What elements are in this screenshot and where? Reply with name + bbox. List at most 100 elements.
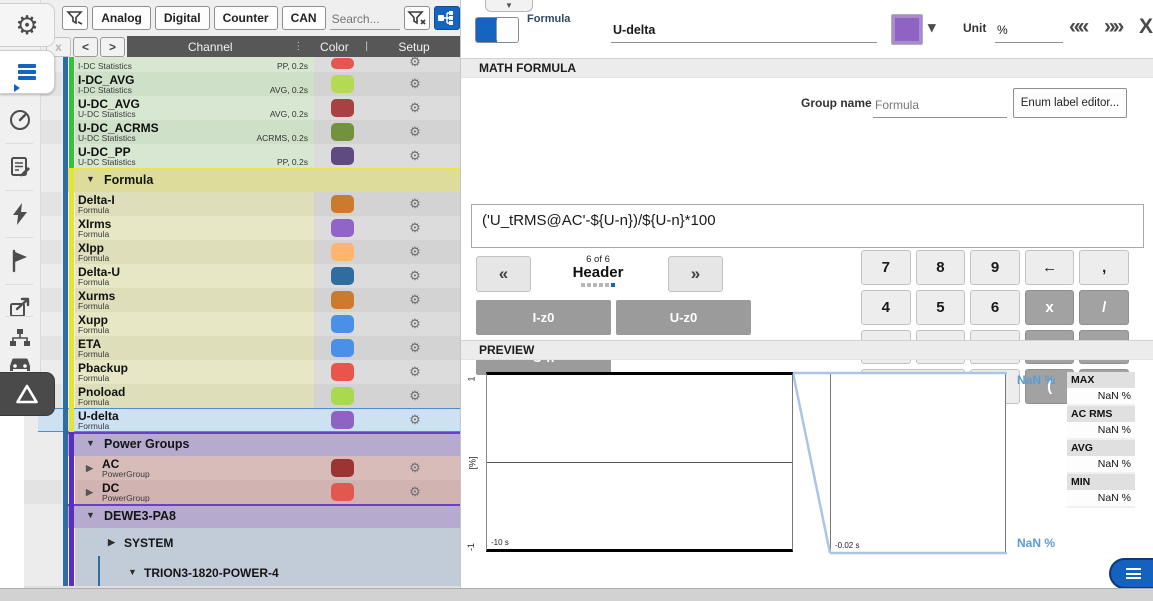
group-header-formula[interactable]: ▼ Formula [24, 168, 460, 192]
prev-channel-button[interactable]: «« [1069, 12, 1086, 42]
table-row[interactable]: XIppFormula ⚙ [24, 240, 460, 264]
color-swatch[interactable] [331, 58, 354, 69]
chevron-right-icon[interactable]: ▶ [108, 537, 115, 548]
table-row[interactable]: XIrmsFormula ⚙ [24, 216, 460, 240]
table-row[interactable]: Delta-IFormula ⚙ [24, 192, 460, 216]
search-input[interactable] [330, 7, 404, 31]
table-row-selected[interactable]: U-deltaFormula ⚙ [24, 408, 460, 432]
gear-icon[interactable]: ⚙ [370, 339, 460, 356]
key-6[interactable]: 6 [970, 290, 1020, 325]
close-panel-button[interactable]: X [1139, 12, 1153, 42]
color-swatch[interactable] [331, 219, 354, 237]
gear-icon[interactable]: ⚙ [370, 219, 460, 236]
sidebar-item-events[interactable] [0, 241, 40, 281]
gear-icon[interactable]: ⚙ [370, 459, 460, 476]
sidebar-item-measure[interactable] [0, 100, 40, 140]
gear-icon[interactable]: ⚙ [370, 315, 460, 332]
tree-row-system[interactable]: ▶ SYSTEM [24, 528, 460, 556]
gear-icon[interactable]: ⚙ [370, 483, 460, 500]
gear-icon[interactable]: ⚙ [370, 147, 460, 164]
gear-icon[interactable]: ⚙ [370, 291, 460, 308]
table-row[interactable]: ▶DCPowerGroup ⚙ [24, 480, 460, 504]
gear-icon[interactable]: ⚙ [370, 411, 460, 428]
gear-icon[interactable]: ⚙ [370, 195, 460, 212]
filter-button[interactable] [62, 6, 88, 30]
color-swatch[interactable] [331, 267, 354, 285]
formula-expression-input[interactable]: ('U_tRMS@AC'-${U-n})/${U-n}*100 [471, 204, 1144, 248]
channel-key-i-z0[interactable]: I-z0 [476, 300, 611, 335]
next-column-button[interactable]: > [100, 37, 125, 57]
key-divide[interactable]: / [1079, 290, 1129, 325]
channel-color-swatch[interactable] [891, 14, 923, 45]
color-swatch[interactable] [331, 123, 354, 141]
table-row[interactable]: U-DC_ACRMSU-DC StatisticsACRMS, 0.2s ⚙ [24, 120, 460, 144]
table-row[interactable]: PbackupFormula ⚙ [24, 360, 460, 384]
key-7[interactable]: 7 [861, 250, 911, 285]
preview-plot-full[interactable]: -10 s [486, 372, 793, 552]
sidebar-item-power[interactable] [0, 194, 40, 234]
chevron-down-icon[interactable]: ▼ [86, 510, 95, 520]
table-row[interactable]: XurmsFormula ⚙ [24, 288, 460, 312]
sidebar-item-channel-list[interactable] [0, 50, 55, 94]
color-swatch[interactable] [331, 147, 354, 165]
chevron-down-icon[interactable]: ▼ [86, 438, 95, 448]
channel-active-toggle[interactable] [475, 17, 519, 43]
group-header-dewe3-pa8[interactable]: ▼ DEWE3-PA8 [24, 504, 460, 528]
key-9[interactable]: 9 [970, 250, 1020, 285]
clear-filter-button[interactable] [404, 6, 430, 30]
chevron-right-icon[interactable]: ▶ [86, 487, 93, 498]
next-channel-button[interactable]: »» [1104, 12, 1121, 42]
tab-analog[interactable]: Analog [92, 6, 151, 30]
pager-prev-button[interactable]: « [476, 256, 531, 292]
tab-counter[interactable]: Counter [214, 6, 278, 30]
table-row[interactable]: ▶ACPowerGroup ⚙ [24, 456, 460, 480]
color-swatch[interactable] [331, 315, 354, 333]
sidebar-item-dewetron-home[interactable] [0, 372, 55, 416]
color-swatch[interactable] [331, 99, 354, 117]
color-swatch[interactable] [331, 411, 354, 429]
chevron-down-icon[interactable]: ▼ [86, 174, 95, 184]
table-row[interactable]: U-DC_AVGU-DC StatisticsAVG, 0.2s ⚙ [24, 96, 460, 120]
gear-icon[interactable]: ⚙ [370, 267, 460, 284]
channel-name-input[interactable] [611, 18, 877, 43]
color-swatch[interactable] [331, 387, 354, 405]
tree-row-trion[interactable]: ▼ TRION3-1820-POWER-4 [24, 556, 460, 586]
table-row[interactable]: I-DC StatisticsPP, 0.2s ⚙ [24, 57, 460, 72]
color-swatch[interactable] [331, 459, 354, 477]
key-backspace[interactable]: ← [1025, 250, 1075, 285]
gear-icon[interactable]: ⚙ [370, 363, 460, 380]
prev-column-button[interactable]: < [73, 37, 98, 57]
gear-icon[interactable]: ⚙ [370, 75, 460, 92]
gear-icon[interactable]: ⚙ [370, 99, 460, 116]
tab-digital[interactable]: Digital [155, 6, 210, 30]
group-name-input[interactable] [873, 93, 1007, 118]
group-header-power-groups[interactable]: ▼ Power Groups [24, 432, 460, 456]
color-swatch[interactable] [331, 363, 354, 381]
tab-can[interactable]: CAN [282, 6, 326, 30]
color-swatch[interactable] [331, 483, 354, 501]
sidebar-item-settings[interactable]: ⚙ [0, 3, 55, 47]
color-dropdown-chevron-icon[interactable]: ▾ [928, 18, 936, 36]
color-swatch[interactable] [331, 291, 354, 309]
gear-icon[interactable]: ⚙ [370, 243, 460, 260]
col-header-channel[interactable]: Channel [127, 40, 293, 54]
key-multiply[interactable]: x [1025, 290, 1075, 325]
table-row[interactable]: XuppFormula ⚙ [24, 312, 460, 336]
chevron-down-icon[interactable]: ▼ [128, 567, 137, 577]
gear-icon[interactable]: ⚙ [370, 53, 460, 70]
key-comma[interactable]: , [1079, 250, 1129, 285]
color-swatch[interactable] [331, 339, 354, 357]
table-row[interactable]: U-DC_PPU-DC StatisticsPP, 0.2s ⚙ [24, 144, 460, 168]
keyboard-toggle-button[interactable] [1109, 558, 1153, 589]
key-8[interactable]: 8 [916, 250, 966, 285]
key-5[interactable]: 5 [916, 290, 966, 325]
enum-label-editor-button[interactable]: Enum label editor... [1013, 88, 1127, 118]
col-header-color[interactable]: Color [303, 40, 365, 54]
color-swatch[interactable] [331, 75, 354, 93]
color-swatch[interactable] [331, 195, 354, 213]
gear-icon[interactable]: ⚙ [370, 387, 460, 404]
key-4[interactable]: 4 [861, 290, 911, 325]
unit-input[interactable] [995, 18, 1063, 43]
table-row[interactable]: ETAFormula ⚙ [24, 336, 460, 360]
pager-next-button[interactable]: » [668, 256, 723, 292]
